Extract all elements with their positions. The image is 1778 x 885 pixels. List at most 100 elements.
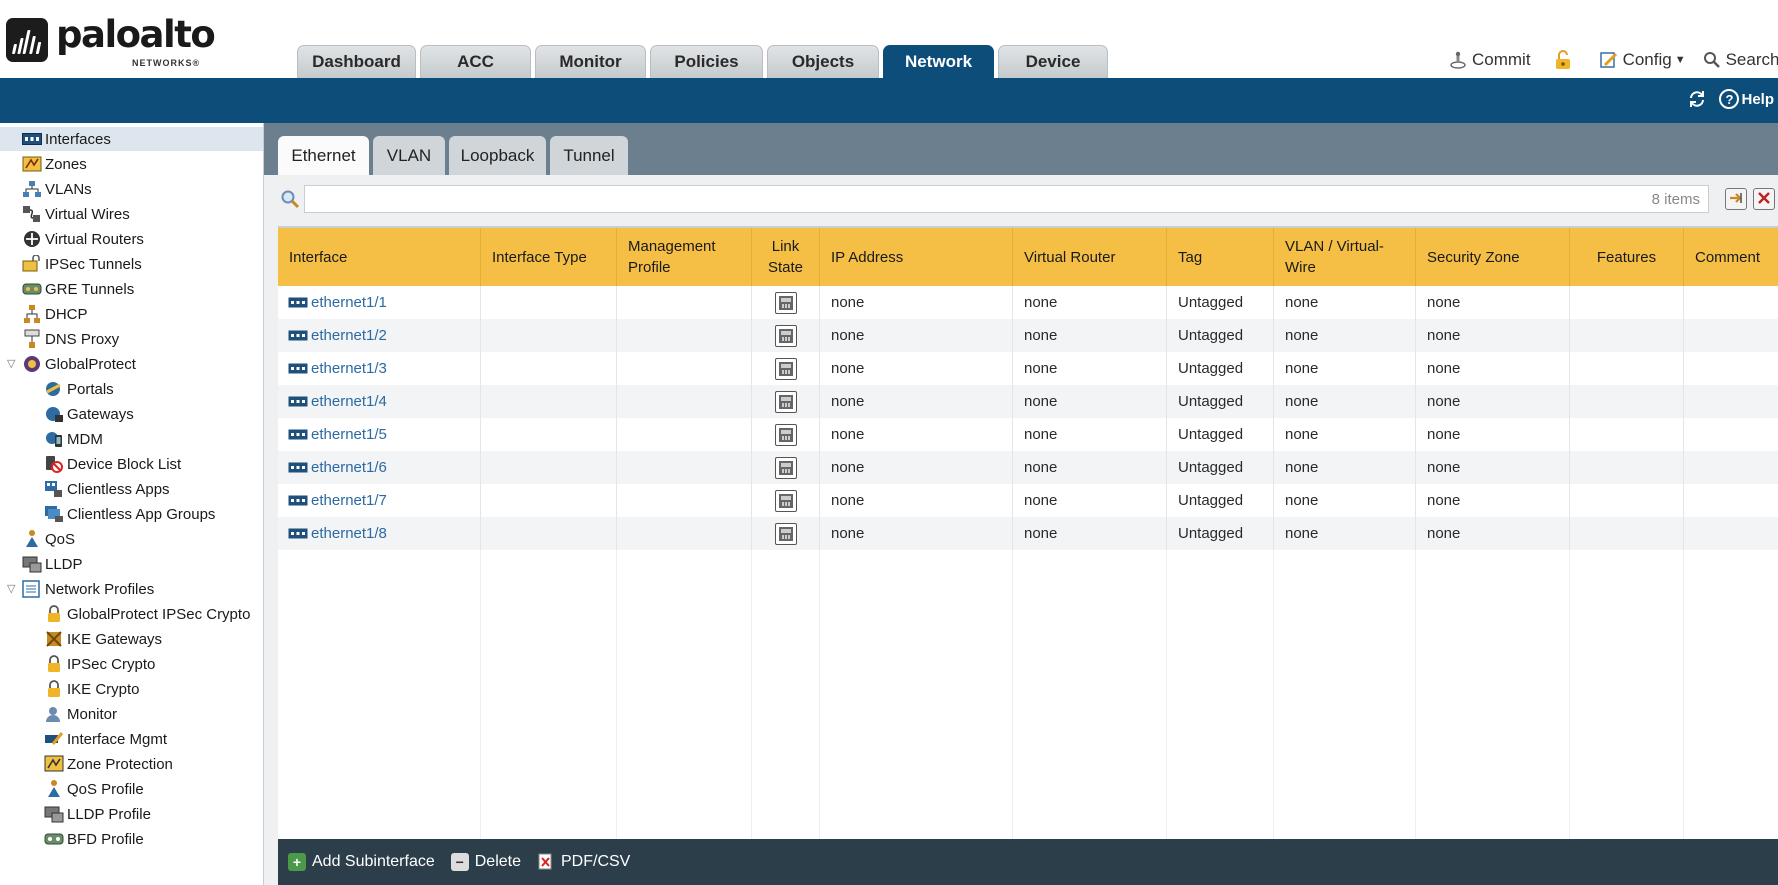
interface-link[interactable]: ethernet1/2 [311,327,387,344]
table-row[interactable]: ethernet1/5 none none Untagged none none [278,418,1778,451]
col-management-profile[interactable]: Management Profile [616,228,751,286]
tab-monitor[interactable]: Monitor [535,45,646,78]
unlock-icon [1553,50,1573,70]
cell-interface: ethernet1/3 [278,352,480,385]
cell-ip-address: none [819,286,1012,319]
col-ip-address[interactable]: IP Address [819,228,1012,286]
interface-link[interactable]: ethernet1/8 [311,525,387,542]
tab-policies[interactable]: Policies [650,45,763,78]
interface-link[interactable]: ethernet1/1 [311,294,387,311]
sidebar-item-globalprotect[interactable]: GlobalProtect [22,352,136,376]
cell-interface-type [480,418,616,451]
sidebar-item-label: Zones [45,155,87,173]
lock-button[interactable] [1553,50,1577,70]
monitor-icon [44,705,64,723]
commit-button[interactable]: Commit [1448,50,1531,70]
interface-link[interactable]: ethernet1/5 [311,426,387,443]
interface-link[interactable]: ethernet1/4 [311,393,387,410]
clear-filter-button[interactable] [1753,188,1775,210]
sidebar-item-bfd-profile[interactable]: BFD Profile [44,827,144,851]
sidebar-item-virtual-wires[interactable]: Virtual Wires [22,202,130,226]
sidebar-item-network-profiles[interactable]: Network Profiles [22,577,154,601]
ethernet-port-icon [288,363,308,374]
sidebar-item-device-block-list[interactable]: Device Block List [44,452,181,476]
delete-button[interactable]: − Delete [450,853,521,871]
col-interface[interactable]: Interface [278,228,480,286]
sidebar-item-dhcp[interactable]: DHCP [22,302,88,326]
cell-virtual-router: none [1012,451,1166,484]
filter-input[interactable]: 8 items [304,185,1709,213]
col-link-state[interactable]: Link State [751,228,819,286]
tab-acc[interactable]: ACC [420,45,531,78]
sidebar-item-lldp-profile[interactable]: LLDP Profile [44,802,151,826]
col-virtual-router[interactable]: Virtual Router [1012,228,1166,286]
search-button[interactable]: Search [1702,50,1778,70]
paloalto-logo: paloalto NETWORKS® [6,13,216,70]
sidebar-item-portals[interactable]: Portals [44,377,114,401]
sidebar-item-vlans[interactable]: VLANs [22,177,92,201]
expand-triangle-icon[interactable]: ▽ [7,582,15,595]
sidebar-item-lldp[interactable]: LLDP [22,552,83,576]
sidebar-item-ike-crypto[interactable]: IKE Crypto [44,677,140,701]
col-comment[interactable]: Comment [1683,228,1778,286]
delete-label: Delete [474,853,521,870]
refresh-icon[interactable] [1687,89,1707,109]
link-state-icon [774,456,797,479]
add-subinterface-button[interactable]: + Add Subinterface [288,853,435,871]
tab-network[interactable]: Network [883,45,994,78]
col-tag[interactable]: Tag [1166,228,1273,286]
sidebar-item-monitor[interactable]: Monitor [44,702,117,726]
sidebar-item-mdm[interactable]: MDM [44,427,103,451]
sidebar-item-zone-protection[interactable]: Zone Protection [44,752,173,776]
sidebar-item-ipsec-tunnels[interactable]: IPSec Tunnels [22,252,142,276]
col-features[interactable]: Features [1569,228,1683,286]
table-row[interactable]: ethernet1/2 none none Untagged none none [278,319,1778,352]
apply-filter-button[interactable] [1725,188,1747,210]
expand-triangle-icon[interactable]: ▽ [7,357,15,370]
cell-management-profile [616,517,751,550]
table-row[interactable]: ethernet1/8 none none Untagged none none [278,517,1778,550]
table-row[interactable]: ethernet1/3 none none Untagged none none [278,352,1778,385]
tab-loopback[interactable]: Loopback [449,136,546,175]
sidebar-item-clientless-app-groups[interactable]: Clientless App Groups [44,502,215,526]
sidebar-item-qos[interactable]: QoS [22,527,75,551]
col-interface-type[interactable]: Interface Type [480,228,616,286]
interface-link[interactable]: ethernet1/6 [311,459,387,476]
help-button[interactable]: ? Help [1719,89,1774,109]
col-security-zone[interactable]: Security Zone [1415,228,1569,286]
sidebar-item-zones[interactable]: Zones [22,152,87,176]
config-menu[interactable]: Config ▼ [1599,50,1686,70]
pdf-csv-label: PDF/CSV [561,853,631,870]
tab-objects[interactable]: Objects [767,45,879,78]
tab-tunnel[interactable]: Tunnel [550,136,628,175]
sidebar-item-clientless-apps[interactable]: Clientless Apps [44,477,170,501]
sidebar-item-label: Clientless Apps [67,480,170,498]
table-row[interactable]: ethernet1/1 none none Untagged none none [278,286,1778,319]
sidebar-item-qos-profile[interactable]: QoS Profile [44,777,144,801]
interface-link[interactable]: ethernet1/3 [311,360,387,377]
sidebar-item-interfaces[interactable]: Interfaces [0,127,263,151]
table-row[interactable]: ethernet1/7 none none Untagged none none [278,484,1778,517]
tab-ethernet[interactable]: Ethernet [278,136,369,175]
tab-vlan[interactable]: VLAN [373,136,445,175]
sidebar-item-ike-gateways[interactable]: IKE Gateways [44,627,162,651]
table-row[interactable]: ethernet1/4 none none Untagged none none [278,385,1778,418]
cell-ip-address: none [819,484,1012,517]
sidebar-item-gre-tunnels[interactable]: GRE Tunnels [22,277,134,301]
sidebar-item-ipsec-crypto[interactable]: IPSec Crypto [44,652,155,676]
link-state-icon [774,357,797,380]
cell-features [1569,319,1683,352]
pdf-csv-button[interactable]: PDF/CSV [537,853,630,871]
col-vlan-virtual-wire[interactable]: VLAN / Virtual-Wire [1273,228,1415,286]
tab-dashboard[interactable]: Dashboard [297,45,416,78]
tab-device[interactable]: Device [998,45,1108,78]
sidebar-item-gateways[interactable]: Gateways [44,402,134,426]
interface-link[interactable]: ethernet1/7 [311,492,387,509]
table-row[interactable]: ethernet1/6 none none Untagged none none [278,451,1778,484]
qos-profile-icon [44,780,64,798]
sidebar-item-globalprotect-ipsec-crypto[interactable]: GlobalProtect IPSec Crypto [44,602,250,626]
sidebar-item-virtual-routers[interactable]: Virtual Routers [22,227,144,251]
sidebar-item-interface-mgmt[interactable]: Interface Mgmt [44,727,167,751]
main-content: Ethernet VLAN Loopback Tunnel 8 items In… [264,123,1778,885]
sidebar-item-dns-proxy[interactable]: DNS Proxy [22,327,119,351]
